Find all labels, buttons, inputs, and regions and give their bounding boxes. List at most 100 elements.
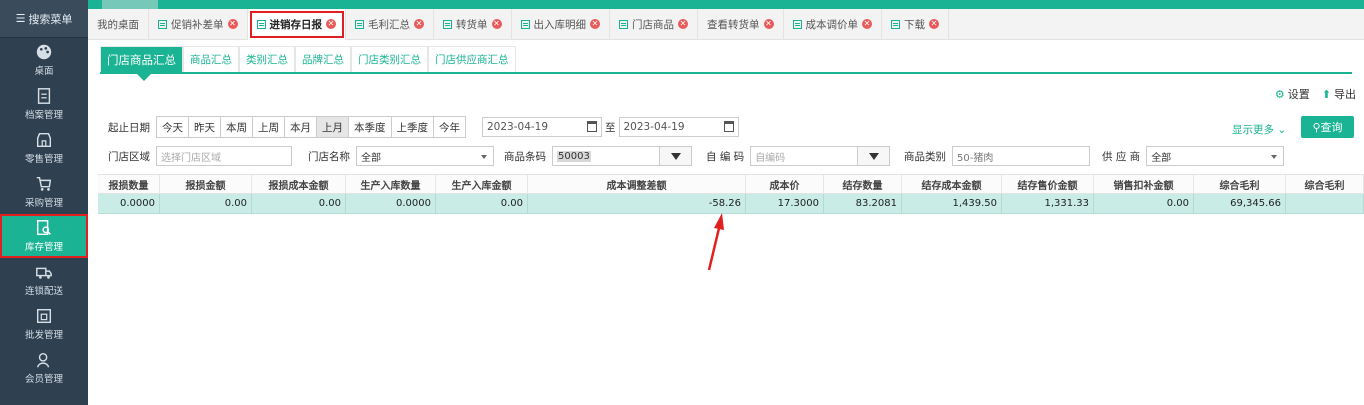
column-header[interactable]: 结存成本金额	[902, 175, 1002, 193]
selfcode-input[interactable]: 自编码	[750, 146, 859, 166]
tab-cost-adjust[interactable]: 成本调价单 ✕	[784, 8, 882, 40]
column-header[interactable]: 综合毛利	[1194, 175, 1286, 193]
period-this-quarter-button[interactable]: 本季度	[349, 117, 392, 137]
close-icon[interactable]: ✕	[590, 19, 600, 29]
date-filter-row: 起止日期 今天 昨天 本周 上周 本月 上月 本季度 上季度 今年 2023-0…	[108, 116, 739, 138]
selfcode-filter-button[interactable]	[858, 146, 891, 166]
sidebar-item-label: 零售管理	[24, 154, 63, 165]
category-input[interactable]: 50-猪肉	[952, 146, 1090, 166]
date-to-input[interactable]: 2023-04-19	[618, 117, 739, 137]
show-more-label: 显示更多	[1232, 124, 1274, 136]
tab-daily-report[interactable]: 进销存日报 ✕	[247, 8, 346, 40]
menu-search[interactable]: ☰ 搜索菜单	[0, 0, 88, 38]
table-cell: 0.0000	[98, 194, 160, 213]
tab-profit-summary[interactable]: 毛利汇总 ✕	[346, 8, 434, 40]
supplier-label: 供 应 商	[1102, 150, 1141, 163]
show-more-link[interactable]: 显示更多 ⌄	[1232, 122, 1286, 137]
column-header[interactable]: 报损金额	[160, 175, 252, 193]
subtab-brand-summary[interactable]: 品牌汇总	[295, 46, 351, 72]
period-this-month-button[interactable]: 本月	[285, 117, 317, 137]
tab-io-detail[interactable]: 出入库明细 ✕	[512, 8, 610, 40]
document-icon	[792, 19, 802, 29]
table-cell: 1,331.33	[1002, 194, 1094, 213]
column-header[interactable]: 综合毛利	[1286, 175, 1364, 193]
period-yesterday-button[interactable]: 昨天	[189, 117, 221, 137]
settings-label: 设置	[1287, 88, 1310, 101]
date-range-label: 起止日期	[108, 121, 150, 134]
period-today-button[interactable]: 今天	[157, 117, 189, 137]
tab-store-goods[interactable]: 门店商品 ✕	[610, 8, 698, 40]
tab-view-transfer[interactable]: 查看转货单 ✕	[698, 8, 784, 40]
close-icon[interactable]: ✕	[678, 19, 688, 29]
close-icon[interactable]: ✕	[326, 19, 336, 29]
supplier-value: 全部	[1151, 152, 1172, 164]
close-icon[interactable]: ✕	[227, 19, 238, 29]
tab-label: 毛利汇总	[368, 18, 410, 31]
subtab-store-supplier-summary[interactable]: 门店供应商汇总	[428, 46, 516, 72]
column-header[interactable]: 报损成本金额	[252, 175, 346, 193]
export-button[interactable]: ⬆ 导出	[1322, 86, 1356, 102]
tab-label: 进销存日报	[269, 18, 323, 31]
tab-transfer[interactable]: 转货单 ✕	[434, 8, 512, 40]
table-cell: 69,345.66	[1194, 194, 1286, 213]
goods-filter-row: 门店区域 选择门店区域 门店名称 全部 商品条码 50003 自 编 码 自编码…	[108, 146, 1364, 168]
period-last-quarter-button[interactable]: 上季度	[391, 117, 434, 137]
close-icon[interactable]: ✕	[491, 19, 502, 29]
sidebar-item-purchase[interactable]: 采购管理	[0, 170, 88, 214]
sidebar-item-retail[interactable]: 零售管理	[0, 126, 88, 170]
date-from-input[interactable]: 2023-04-19	[482, 117, 602, 137]
column-header[interactable]: 销售扣补金额	[1094, 175, 1194, 193]
period-this-week-button[interactable]: 本周	[221, 117, 253, 137]
close-icon[interactable]: ✕	[929, 19, 939, 29]
close-icon[interactable]: ✕	[763, 19, 774, 29]
column-header[interactable]: 报损数量	[98, 175, 160, 193]
period-this-year-button[interactable]: 今年	[434, 117, 465, 137]
column-header[interactable]: 成本价	[746, 175, 824, 193]
column-header[interactable]: 成本调整差额	[528, 175, 746, 193]
close-icon[interactable]: ✕	[414, 19, 424, 29]
calendar-icon[interactable]	[723, 121, 734, 132]
query-button[interactable]: ⚲ 查询	[1301, 116, 1354, 138]
sidebar-item-desktop[interactable]: 桌面	[0, 38, 88, 82]
column-header[interactable]: 结存数量	[824, 175, 902, 193]
table-cell	[1286, 194, 1364, 213]
subtab-store-goods-summary[interactable]: 门店商品汇总	[100, 46, 183, 81]
barcode-filter-button[interactable]	[660, 146, 692, 166]
period-last-week-button[interactable]: 上周	[253, 117, 285, 137]
tab-desktop[interactable]: 我的桌面	[88, 8, 149, 40]
sidebar-item-wholesale[interactable]: 批发管理	[0, 302, 88, 346]
truck-icon	[36, 267, 52, 279]
sidebar-item-member[interactable]: 会员管理	[0, 346, 88, 390]
column-header[interactable]: 结存售价金额	[1002, 175, 1094, 193]
store-name-label: 门店名称	[308, 150, 350, 163]
document-icon	[256, 19, 266, 29]
store-area-input[interactable]: 选择门店区域	[156, 146, 292, 166]
tab-download[interactable]: 下载 ✕	[882, 8, 949, 40]
supplier-select[interactable]: 全部	[1146, 146, 1285, 166]
barcode-input[interactable]: 50003	[552, 146, 660, 166]
column-header[interactable]: 生产入库金额	[436, 175, 528, 193]
column-header[interactable]: 生产入库数量	[346, 175, 436, 193]
category-filter: 商品类别 50-猪肉	[904, 146, 1090, 166]
close-icon[interactable]: ✕	[862, 19, 872, 29]
subtab-goods-summary[interactable]: 商品汇总	[183, 46, 239, 72]
selfcode-label: 自 编 码	[706, 150, 745, 163]
table-cell: 0.00	[436, 194, 528, 213]
calendar-icon[interactable]	[587, 121, 597, 132]
sidebar-item-inventory[interactable]: 库存管理	[0, 214, 88, 258]
table-header: 报损数量 报损金额 报损成本金额 生产入库数量 生产入库金额 成本调整差额 成本…	[98, 174, 1364, 194]
tab-label: 我的桌面	[97, 18, 139, 31]
period-last-month-button[interactable]: 上月	[317, 117, 349, 137]
document-icon	[891, 19, 900, 29]
subtab-store-category-summary[interactable]: 门店类别汇总	[351, 46, 428, 72]
sidebar-item-archive[interactable]: 档案管理	[0, 82, 88, 126]
subtab-bar: 门店商品汇总 商品汇总 类别汇总 品牌汇总 门店类别汇总 门店供应商汇总	[100, 46, 1352, 81]
tab-promo-diff[interactable]: 促销补差单 ✕	[149, 8, 248, 40]
subtab-category-summary[interactable]: 类别汇总	[239, 46, 295, 72]
settings-button[interactable]: ⚙ 设置	[1275, 86, 1310, 102]
chevron-down-icon: ⌄	[1277, 124, 1287, 136]
menu-search-icon: ☰	[15, 12, 26, 25]
barcode-label: 商品条码	[504, 150, 546, 163]
sidebar-item-distribution[interactable]: 连锁配送	[0, 258, 88, 302]
store-name-select[interactable]: 全部	[356, 146, 494, 166]
